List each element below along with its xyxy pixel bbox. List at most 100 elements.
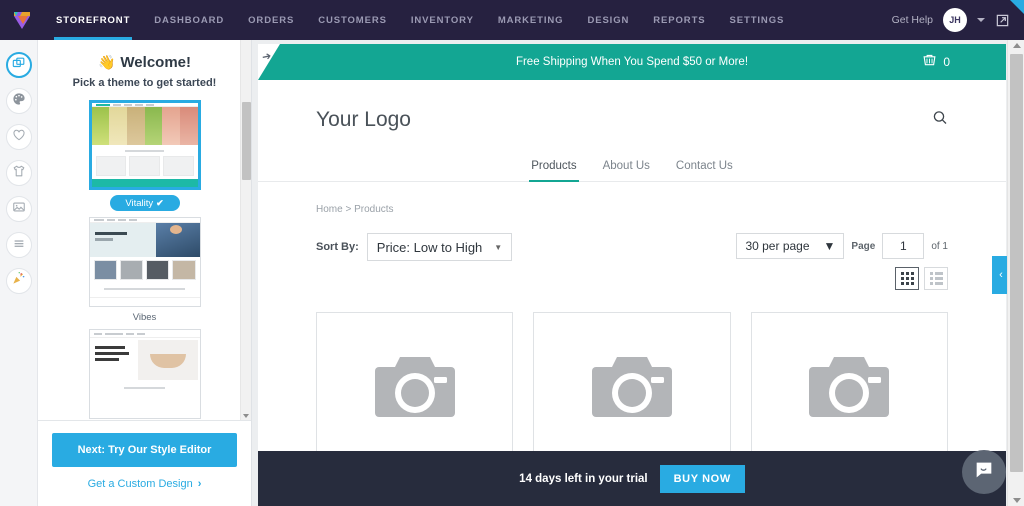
nav-item-dashboard[interactable]: DASHBOARD [142, 0, 236, 40]
party-popper-icon [11, 271, 26, 291]
nav-item-orders[interactable]: ORDERS [236, 0, 306, 40]
store-nav-about[interactable]: About Us [601, 160, 652, 181]
scroll-up-arrow-icon[interactable] [1013, 43, 1021, 48]
rail-item-palette[interactable] [5, 88, 32, 114]
nav-item-customers[interactable]: CUSTOMERS [306, 0, 399, 40]
page-scrollbar-thumb[interactable] [1010, 54, 1023, 472]
camera-placeholder-icon [796, 345, 902, 430]
brand-logo[interactable] [0, 0, 44, 40]
custom-design-link[interactable]: Get a Custom Design › [88, 478, 202, 490]
rail-item-images[interactable] [5, 196, 32, 222]
store-preview-area: ➔ Free Shipping When You Spend $50 or Mo… [252, 40, 1024, 506]
theme-list: Vitality ✔ Vibes [48, 100, 241, 420]
buy-now-button[interactable]: BUY NOW [659, 464, 745, 493]
next-style-editor-button[interactable]: Next: Try Our Style Editor [52, 433, 237, 467]
rail-item-favorites[interactable] [5, 124, 32, 150]
store-nav: Products About Us Contact Us [258, 160, 1006, 182]
themes-icon [12, 56, 26, 75]
tshirt-icon [12, 164, 26, 183]
grid-view-button[interactable] [895, 267, 919, 290]
list-icon [929, 272, 943, 285]
theme-card-ceramics[interactable]: Modern Handcrafted Ceramics [48, 329, 241, 420]
nav-item-design[interactable]: DESIGN [575, 0, 641, 40]
theme-card-vitality[interactable]: Vitality ✔ [48, 100, 241, 211]
rail-item-launch[interactable] [5, 268, 32, 294]
cart-button[interactable]: 0 [922, 44, 950, 80]
scroll-down-arrow-icon[interactable] [1013, 498, 1021, 503]
nav-item-settings[interactable]: SETTINGS [718, 0, 797, 40]
nav-label: SETTINGS [729, 14, 785, 26]
avatar[interactable]: JH [943, 8, 967, 32]
store-header: Your Logo [258, 80, 1006, 160]
welcome-text: Welcome! [120, 54, 191, 71]
theme-thumbnail[interactable] [88, 329, 201, 419]
per-page-value: 30 per page [745, 239, 810, 253]
panel-scrollbar-thumb[interactable] [242, 102, 251, 180]
nav-item-reports[interactable]: REPORTS [641, 0, 717, 40]
page-number-input[interactable] [882, 233, 925, 259]
product-card[interactable] [316, 312, 514, 462]
sort-by-select[interactable]: Price: Low to High ▼ [366, 233, 513, 261]
top-navigation-bar: STOREFRONT DASHBOARD ORDERS CUSTOMERS IN… [0, 0, 1024, 40]
theme-selected-badge[interactable]: Vitality ✔ [109, 195, 180, 211]
chevron-down-icon: ▼ [823, 239, 836, 253]
corner-accent-triangle [1010, 0, 1024, 14]
chevron-left-icon: ‹ [999, 269, 1003, 281]
per-page-select[interactable]: 30 per page ▼ [736, 233, 845, 259]
sort-by-value: Price: Low to High [376, 239, 483, 255]
trial-days-text: 14 days left in your trial [519, 472, 648, 485]
panel-scrollbar[interactable] [240, 40, 251, 420]
chevron-down-icon: ▼ [494, 242, 503, 252]
nav-label: DASHBOARD [154, 14, 225, 26]
camera-placeholder-icon [579, 345, 685, 430]
store-body: Home > Products Sort By: Price: Low to H… [258, 182, 1006, 462]
chevron-right-icon: › [197, 478, 202, 490]
sort-by-group: Sort By: Price: Low to High ▼ [316, 233, 513, 261]
chat-widget-button[interactable] [962, 450, 1006, 494]
external-link-icon[interactable] [995, 13, 1010, 28]
theme-card-vibes[interactable]: Vibes [48, 217, 241, 323]
chat-bubble-icon [973, 459, 995, 486]
nav-item-marketing[interactable]: MARKETING [486, 0, 576, 40]
store-nav-label: About Us [602, 160, 650, 172]
list-view-button[interactable] [924, 267, 948, 290]
promo-banner[interactable]: ➔ Free Shipping When You Spend $50 or Mo… [258, 44, 1006, 80]
theme-thumbnail[interactable] [88, 100, 201, 190]
nav-label: REPORTS [653, 14, 706, 26]
page-scrollbar[interactable] [1007, 40, 1024, 506]
cart-count: 0 [943, 55, 950, 69]
catalog-controls: Sort By: Price: Low to High ▼ 30 per pag… [316, 233, 948, 290]
search-icon[interactable] [932, 110, 948, 131]
store-logo-text[interactable]: Your Logo [316, 108, 411, 132]
nav-item-inventory[interactable]: INVENTORY [399, 0, 486, 40]
store-nav-contact[interactable]: Contact Us [674, 160, 735, 181]
store-preview-frame: ➔ Free Shipping When You Spend $50 or Mo… [258, 44, 1006, 506]
menu-icon [12, 236, 26, 255]
breadcrumb[interactable]: Home > Products [316, 204, 948, 215]
scroll-down-arrow-icon[interactable] [243, 414, 249, 418]
heart-icon [12, 128, 26, 147]
grid-icon [900, 272, 914, 285]
rail-item-products[interactable] [5, 160, 32, 186]
hero-image-smoothies [91, 107, 198, 146]
check-icon: ✔ [156, 197, 164, 208]
store-nav-products[interactable]: Products [529, 160, 579, 182]
image-icon [12, 200, 26, 219]
get-help-link[interactable]: Get Help [892, 14, 933, 26]
chevron-down-icon[interactable] [977, 18, 985, 22]
panel-title: 👋 Welcome! [48, 54, 241, 71]
theme-thumbnail[interactable] [88, 217, 201, 307]
rail-item-themes[interactable] [5, 52, 32, 78]
nav-item-storefront[interactable]: STOREFRONT [44, 0, 142, 40]
view-mode-toggle [895, 267, 948, 290]
product-card[interactable] [750, 312, 948, 462]
page-total-label: of 1 [931, 240, 948, 252]
rail-item-menu[interactable] [5, 232, 32, 258]
pagination-row: 30 per page ▼ Page of 1 [736, 233, 948, 259]
nav-label: INVENTORY [410, 14, 474, 26]
pagination-group: 30 per page ▼ Page of 1 [736, 233, 948, 290]
theme-preview-ceramics [89, 330, 200, 418]
product-card[interactable] [533, 312, 731, 462]
theme-panel-footer: Next: Try Our Style Editor Get a Custom … [38, 420, 251, 506]
nav-label: DESIGN [587, 14, 630, 26]
